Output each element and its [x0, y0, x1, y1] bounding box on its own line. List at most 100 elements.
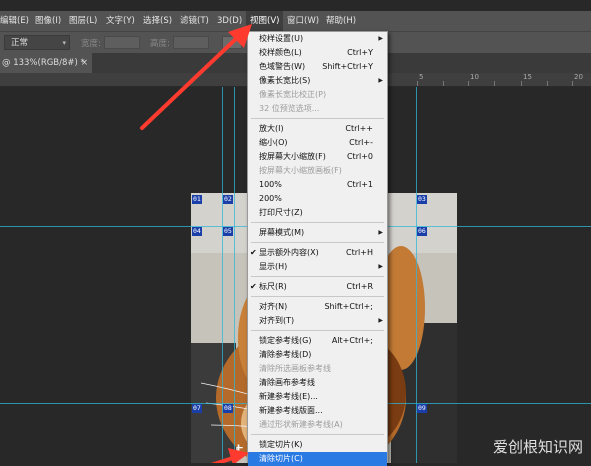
view-menu-item-label: 打印尺寸(Z) [259, 208, 303, 217]
view-menu-item[interactable]: 像素长宽比(S) ▶ [248, 74, 387, 88]
view-menu-item-label: 清除切片(C) [259, 454, 303, 463]
view-menu-item-shortcut: Ctrl+R [346, 282, 374, 291]
slice-label[interactable]: 04 [192, 227, 202, 236]
view-menu-item[interactable]: 打印尺寸(Z) [248, 206, 387, 220]
view-menu-item-label: 清除参考线(D) [259, 350, 312, 359]
view-menu-item[interactable]: ✔ 标尺(R) Ctrl+R [248, 280, 387, 294]
view-menu-item[interactable]: 缩小(O) Ctrl+- [248, 136, 387, 150]
slice-label[interactable]: 06 [417, 227, 427, 236]
slice-label[interactable]: 09 [417, 404, 427, 413]
ruler-tick: 20 [574, 73, 583, 81]
menu-separator [251, 118, 384, 119]
menu-separator [251, 330, 384, 331]
ruler-tick: 5 [419, 73, 424, 81]
ruler-mark [417, 81, 418, 86]
view-menu-item-label: 32 位预览选项... [259, 104, 320, 113]
view-menu-item: 32 位预览选项... [248, 102, 387, 116]
view-menu-item-label: 清除所选画板参考线 [259, 364, 331, 373]
document-tab[interactable]: @ 133%(RGB/8#) * × [0, 53, 92, 73]
view-menu-item: 清除所选画板参考线 [248, 362, 387, 376]
view-dropdown-menu: 校样设置(U) ▶ 校样颜色(L) Ctrl+Y 色域警告(W) Shift+Ctrl+Y… [247, 31, 388, 466]
view-menu-item-label: 锁定参考线(G) [259, 336, 312, 345]
slice-label[interactable]: 07 [192, 404, 202, 413]
view-menu-item[interactable]: 100% Ctrl+1 [248, 178, 387, 192]
view-menu-item-label: 校样设置(U) [259, 34, 304, 43]
view-menu-item-label: 按屏幕大小缩放画板(F) [259, 166, 342, 175]
view-menu-item[interactable]: 清除画布参考线 [248, 376, 387, 390]
menu-layer[interactable]: 图层(L) [69, 11, 97, 31]
view-menu-item-label: 显示(H) [259, 262, 288, 271]
view-menu-item[interactable]: 屏幕模式(M) ▶ [248, 226, 387, 240]
menu-help[interactable]: 帮助(H) [326, 11, 356, 31]
view-menu-item-label: 按屏幕大小缩放(F) [259, 152, 326, 161]
slice-label[interactable]: 03 [417, 195, 427, 204]
ruler-mark [443, 81, 444, 86]
svg-text:t: t [236, 441, 243, 462]
checkmark-icon: ✔ [250, 282, 257, 291]
close-icon[interactable]: × [81, 53, 88, 73]
mode-select[interactable]: 正常 ▾ [4, 35, 70, 50]
view-menu-item: 像素长宽比校正(P) [248, 88, 387, 102]
menu-image[interactable]: 图像(I) [35, 11, 61, 31]
menu-3d[interactable]: 3D(D) [217, 11, 242, 31]
view-menu-item[interactable]: 锁定切片(K) [248, 438, 387, 452]
view-menu-item[interactable]: 清除参考线(D) [248, 348, 387, 362]
view-menu-item-label: 对齐(N) [259, 302, 288, 311]
menu-separator [251, 434, 384, 435]
slice-label[interactable]: 05 [223, 227, 233, 236]
menu-filter[interactable]: 滤镜(T) [180, 11, 209, 31]
width-field[interactable] [104, 36, 140, 49]
submenu-arrow-icon: ▶ [378, 77, 383, 84]
view-menu-item-label: 清除画布参考线 [259, 378, 315, 387]
view-menu-item-label: 色域警告(W) [259, 62, 306, 71]
menu-type[interactable]: 文字(Y) [106, 11, 135, 31]
view-menu-item[interactable]: 新建参考线(E)... [248, 390, 387, 404]
view-menu-item[interactable]: 色域警告(W) Shift+Ctrl+Y [248, 60, 387, 74]
ruler-mark [494, 81, 495, 86]
view-menu-item[interactable]: 新建参考线版面... [248, 404, 387, 418]
view-menu-item-shortcut: Ctrl++ [345, 124, 373, 133]
menu-window[interactable]: 窗口(W) [287, 11, 319, 31]
view-menu-item[interactable]: ✔ 显示额外内容(X) Ctrl+H [248, 246, 387, 260]
view-menu-item-shortcut: Ctrl+Y [347, 48, 373, 57]
view-menu-item[interactable]: 校样设置(U) ▶ [248, 32, 387, 46]
slice-label[interactable]: 01 [192, 195, 202, 204]
watermark: 爱创根知识网 [492, 438, 583, 456]
view-menu-item-label: 锁定切片(K) [259, 440, 303, 449]
view-menu-item-label: 像素长宽比(S) [259, 76, 311, 85]
menu-select[interactable]: 选择(S) [143, 11, 172, 31]
ruler-mark [468, 81, 469, 86]
menu-view[interactable]: 视图(V) [246, 11, 284, 31]
view-menu-item[interactable]: 显示(H) ▶ [248, 260, 387, 274]
menu-separator [251, 276, 384, 277]
menu-separator [251, 242, 384, 243]
slice-label[interactable]: 08 [223, 404, 233, 413]
height-label: 高度: [150, 39, 170, 49]
view-menu-item[interactable]: 锁定参考线(G) Alt+Ctrl+; [248, 334, 387, 348]
view-menu-item: 按屏幕大小缩放画板(F) [248, 164, 387, 178]
view-menu-item-label: 缩小(O) [259, 138, 288, 147]
view-menu-item-label: 显示额外内容(X) [259, 248, 319, 257]
view-menu-item-shortcut: Ctrl+0 [346, 152, 373, 161]
height-field[interactable] [173, 36, 209, 49]
view-menu-item[interactable]: 清除切片(C) [248, 452, 387, 466]
view-menu-item[interactable]: 校样颜色(L) Ctrl+Y [248, 46, 387, 60]
submenu-arrow-icon: ▶ [378, 263, 383, 270]
view-menu-item-label: 100% [259, 180, 282, 189]
chevron-down-icon: ▾ [62, 39, 66, 47]
document-tab-title: @ 133%(RGB/8#) * [2, 58, 85, 68]
view-menu-item-shortcut: Shift+Ctrl+; [324, 302, 373, 311]
view-menu-item-shortcut: Ctrl+1 [346, 180, 373, 189]
view-menu-item[interactable]: 放大(I) Ctrl++ [248, 122, 387, 136]
view-menu-item[interactable]: 对齐到(T) ▶ [248, 314, 387, 328]
view-menu-item[interactable]: 对齐(N) Shift+Ctrl+; [248, 300, 387, 314]
width-label: 宽度: [81, 39, 101, 49]
slice-label[interactable]: 02 [223, 195, 233, 204]
guide-vertical[interactable] [234, 87, 235, 463]
menu-edit[interactable]: 编辑(E) [0, 11, 29, 31]
refine-button[interactable] [222, 36, 242, 49]
view-menu-item[interactable]: 按屏幕大小缩放(F) Ctrl+0 [248, 150, 387, 164]
view-menu-item[interactable]: 200% [248, 192, 387, 206]
ruler-tick: 15 [523, 73, 532, 81]
view-menu-item-label: 像素长宽比校正(P) [259, 90, 327, 99]
